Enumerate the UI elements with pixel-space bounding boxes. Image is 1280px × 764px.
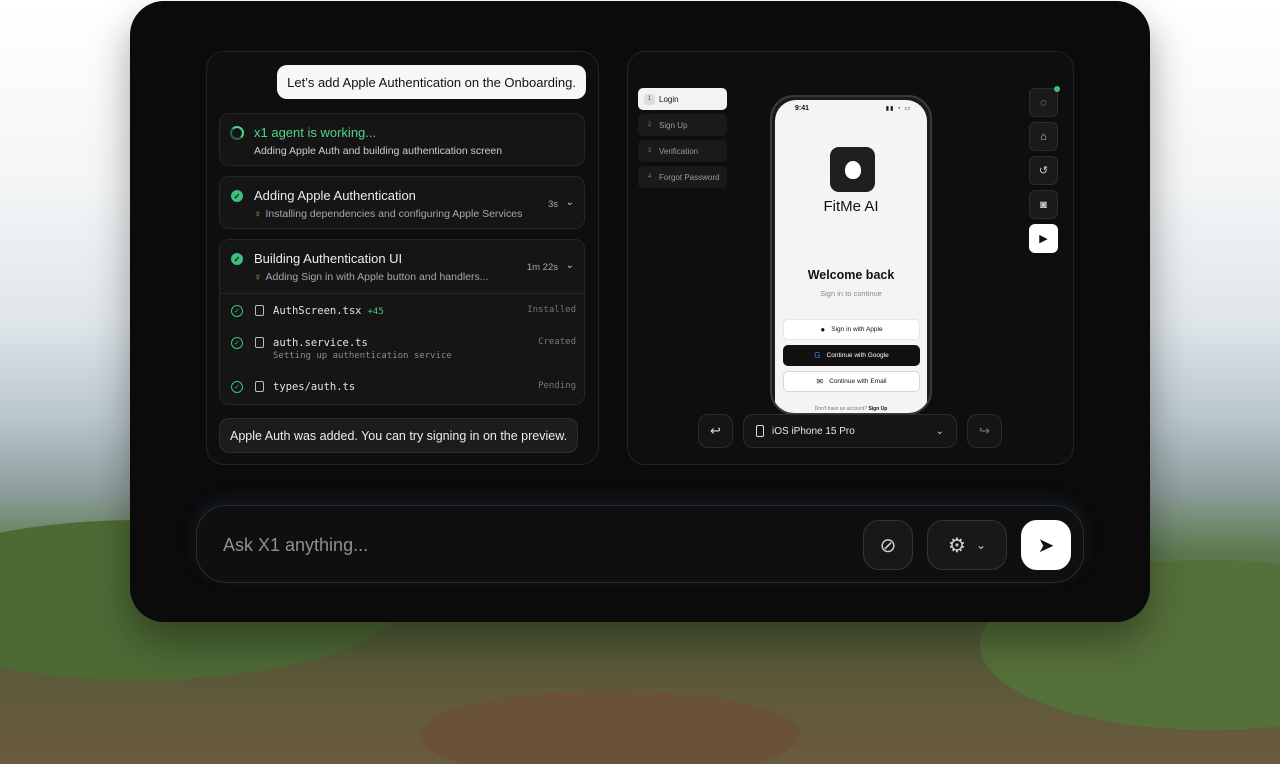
- chevron-down-icon: ⌄: [935, 425, 944, 437]
- file-name: AuthScreen.tsx +45: [273, 305, 384, 317]
- screen-item-signup[interactable]: 2 Sign Up: [638, 114, 727, 136]
- apple-icon: ●: [820, 325, 826, 334]
- user-message: Let’s add Apple Authentication on the On…: [277, 65, 586, 99]
- gear-icon: ⚙: [948, 534, 966, 557]
- send-button[interactable]: ➤: [1021, 520, 1071, 570]
- file-status: Pending: [538, 381, 576, 391]
- device-label: iOS iPhone 15 Pro: [772, 425, 855, 437]
- screen-item-forgot-password[interactable]: 4 Forgot Password: [638, 166, 727, 188]
- task-subtitle: ♀ Installing dependencies and configuring…: [254, 208, 523, 220]
- task-header[interactable]: ✓ Building Authentication UI ♀ Adding Sig…: [220, 240, 584, 293]
- signup-prompt: Don't have an account? Sign Up: [814, 406, 888, 412]
- file-icon: [255, 337, 264, 348]
- spinner-icon: [230, 126, 244, 140]
- camera-icon[interactable]: ◙: [1029, 190, 1058, 219]
- chat-composer: ⊘ ⚙⌄ ➤: [196, 505, 1084, 584]
- app-window: Let’s add Apple Authentication on the On…: [130, 1, 1150, 622]
- phone-icon: [756, 425, 764, 437]
- welcome-subtitle: Sign in to continue: [820, 289, 882, 298]
- phone-screen: 9:41 ▮▮ ◔ ▭ FitMe AI Welcome back Sign i…: [775, 100, 927, 413]
- task-card-expanded: ✓ Building Authentication UI ♀ Adding Sig…: [219, 239, 585, 405]
- home-icon[interactable]: ⌂: [1029, 122, 1058, 151]
- chevron-down-icon[interactable]: ⌄: [566, 260, 574, 271]
- file-description: Setting up authentication service: [273, 351, 452, 361]
- file-additions: +45: [367, 307, 384, 317]
- task-subtitle: ♀ Adding Sign in with Apple button and ha…: [254, 271, 489, 283]
- screen-item-verification[interactable]: 3 Verification: [638, 140, 727, 162]
- file-icon: [255, 381, 264, 392]
- preview-panel: 1 Login 2 Sign Up 3 Verification 4 Forgot Pa…: [627, 51, 1074, 465]
- check-circle-icon: ✓: [231, 253, 243, 265]
- screen-item-login[interactable]: 1 Login: [638, 88, 727, 110]
- welcome-title: Welcome back: [807, 268, 895, 282]
- attach-button[interactable]: ⊘: [863, 520, 913, 570]
- continue-email-button[interactable]: ✉ Continue with Email: [783, 371, 920, 392]
- mail-icon: ✉: [816, 377, 824, 386]
- status-dot: [1054, 86, 1060, 92]
- file-status: Installed: [527, 305, 576, 315]
- task-title: Building Authentication UI: [254, 251, 403, 266]
- redo-button[interactable]: ↪: [967, 414, 1002, 448]
- paperclip-icon: ⊘: [879, 534, 897, 557]
- task-duration: 3s: [547, 199, 558, 210]
- chat-panel: Let’s add Apple Authentication on the On…: [206, 51, 599, 465]
- task-duration: 1m 22s: [526, 262, 558, 273]
- send-icon: ➤: [1037, 534, 1055, 557]
- preview-toolbar: ◌ ⌂ ↺ ◙ ▶: [1029, 86, 1060, 258]
- rotate-icon[interactable]: ↺: [1029, 156, 1058, 185]
- sign-in-apple-button[interactable]: ● Sign in with Apple: [783, 319, 920, 340]
- apple-logo-icon: [844, 160, 861, 179]
- lightbulb-icon: ♀: [254, 272, 262, 283]
- check-outline-icon: ✓: [231, 337, 243, 349]
- check-outline-icon: ✓: [231, 305, 243, 317]
- app-logo: [830, 147, 875, 192]
- phone-preview: 9:41 ▮▮ ◔ ▭ FitMe AI Welcome back Sign i…: [770, 95, 932, 415]
- undo-icon: ↩: [710, 423, 721, 438]
- signup-link[interactable]: Sign Up: [868, 406, 887, 412]
- undo-button[interactable]: ↩: [698, 414, 733, 448]
- file-row[interactable]: ✓ types/auth.ts Pending: [220, 378, 586, 408]
- play-icon[interactable]: ▶: [1029, 224, 1058, 253]
- status-icons: ▮▮ ◔ ▭: [885, 106, 911, 112]
- continue-google-button[interactable]: G Continue with Google: [783, 345, 920, 366]
- file-name: types/auth.ts: [273, 381, 356, 393]
- check-circle-icon: ✓: [231, 190, 243, 202]
- working-title: x1 agent is working...: [254, 125, 377, 140]
- file-row[interactable]: ✓ auth.service.ts Setting up authenticat…: [220, 334, 586, 364]
- app-name: FitMe AI: [823, 198, 879, 215]
- task-divider: [220, 293, 584, 294]
- agent-message: Apple Auth was added. You can try signin…: [219, 418, 579, 453]
- google-icon: G: [814, 351, 821, 360]
- file-row[interactable]: ✓ AuthScreen.tsx +45 Installed: [220, 302, 586, 332]
- chevron-down-icon: ⌄: [975, 538, 986, 552]
- refresh-spinner-icon[interactable]: ◌: [1029, 86, 1060, 117]
- task-card[interactable]: ✓ Adding Apple Authentication ♀ Installin…: [219, 176, 585, 229]
- valley-path: [420, 690, 800, 764]
- screen-list: 1 Login 2 Sign Up 3 Verification 4 Forgot Pa…: [638, 88, 727, 192]
- device-select[interactable]: iOS iPhone 15 Pro ⌄: [743, 414, 957, 448]
- settings-dropdown[interactable]: ⚙ ⌄: [927, 520, 1007, 570]
- file-name: auth.service.ts: [273, 337, 368, 349]
- task-title: Adding Apple Authentication: [254, 188, 416, 203]
- working-subtitle: Adding Apple Auth and building authentic…: [254, 145, 503, 157]
- status-time: 9:41: [795, 105, 810, 112]
- chevron-down-icon[interactable]: ⌄: [566, 197, 574, 208]
- chat-input[interactable]: [223, 506, 823, 584]
- lightbulb-icon: ♀: [254, 209, 262, 220]
- agent-working-card: x1 agent is working... Adding Apple Auth…: [219, 113, 585, 166]
- check-outline-icon: ✓: [231, 381, 243, 393]
- file-status: Created: [538, 337, 576, 347]
- device-bar: ↩ iOS iPhone 15 Pro ⌄ ↪: [698, 414, 1003, 448]
- redo-icon: ↪: [979, 423, 990, 438]
- file-icon: [255, 305, 264, 316]
